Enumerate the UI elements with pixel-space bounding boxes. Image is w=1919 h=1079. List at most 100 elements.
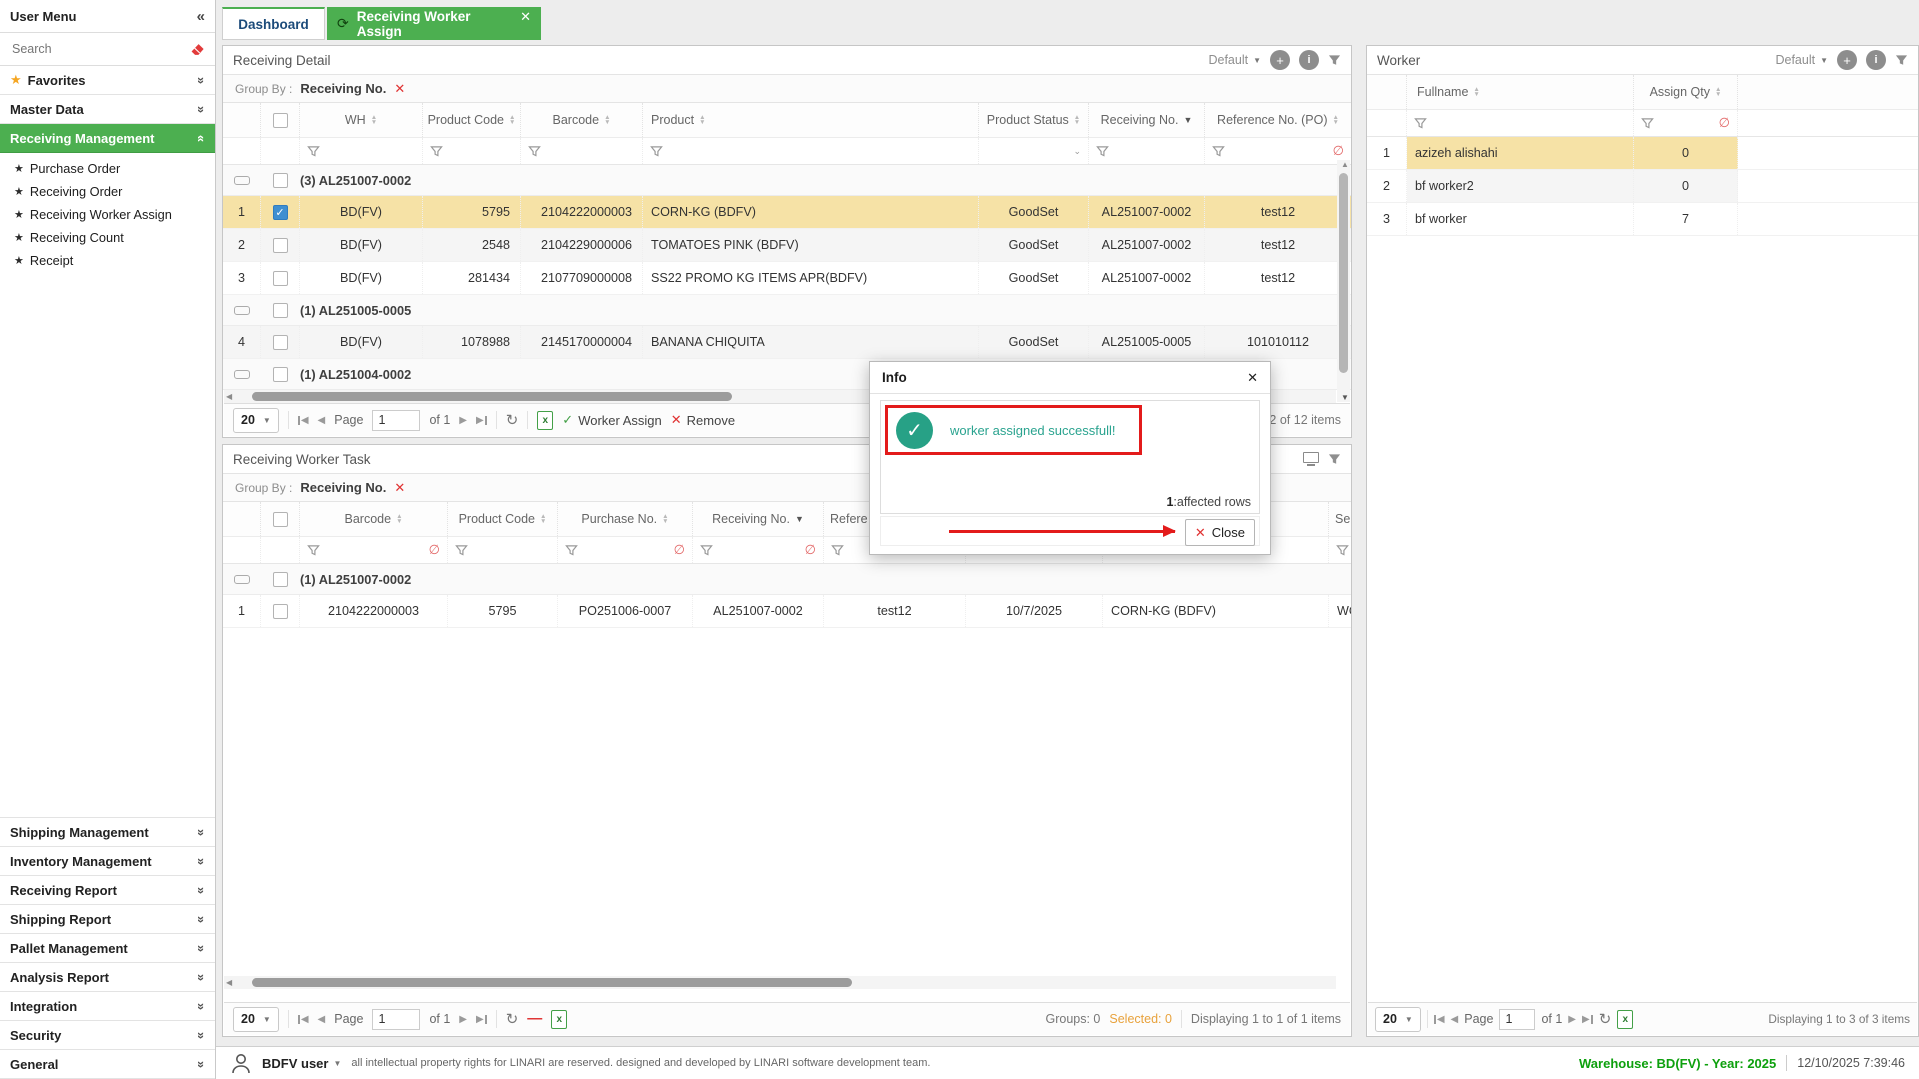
- footer-user-menu[interactable]: BDFV user ▼: [262, 1056, 341, 1071]
- funnel-icon[interactable]: [565, 544, 578, 557]
- sidebar-item-receiving-count[interactable]: ★Receiving Count: [0, 226, 215, 249]
- filter-reference-no[interactable]: ∅: [1205, 138, 1351, 164]
- monitor-icon[interactable]: [1303, 452, 1319, 466]
- filter-barcode[interactable]: ∅: [300, 537, 448, 563]
- refresh-icon[interactable]: ↻: [1599, 1010, 1612, 1028]
- clear-filter-icon[interactable]: ∅: [1719, 115, 1730, 131]
- funnel-icon[interactable]: [1641, 117, 1654, 130]
- col-header-product-code[interactable]: Product Code▲▼: [423, 103, 521, 137]
- close-button[interactable]: ✕ Close: [1185, 519, 1255, 546]
- sidebar-item-receiving-worker-assign[interactable]: ★Receiving Worker Assign: [0, 203, 215, 226]
- table-row[interactable]: 2 BD(FV) 2548 2104229000006 TOMATOES PIN…: [223, 229, 1351, 262]
- collapse-sidebar-icon[interactable]: «: [197, 8, 205, 25]
- sidebar-item-security[interactable]: Security»: [0, 1021, 215, 1050]
- filter-product-code[interactable]: [423, 138, 521, 164]
- col-header-product-code[interactable]: Product Code▲▼: [448, 502, 558, 536]
- row-checkbox[interactable]: [261, 595, 300, 627]
- add-view-button[interactable]: +: [1837, 50, 1857, 70]
- clear-search-icon[interactable]: [190, 43, 205, 56]
- select-all-checkbox[interactable]: [261, 502, 300, 536]
- export-excel-icon[interactable]: x: [537, 411, 553, 430]
- tab-dashboard[interactable]: Dashboard: [222, 7, 325, 40]
- filter-purchase-no[interactable]: ∅: [558, 537, 693, 563]
- clear-filter-icon[interactable]: ∅: [674, 542, 685, 558]
- table-row[interactable]: 2 bf worker2 0: [1367, 170, 1918, 203]
- filter-receiving-no[interactable]: [1089, 138, 1205, 164]
- group-row[interactable]: (1) AL251005-0005: [223, 295, 1351, 326]
- collapse-group-icon[interactable]: [223, 295, 261, 325]
- group-checkbox[interactable]: [261, 564, 300, 594]
- table-row[interactable]: 4 BD(FV) 1078988 2145170000004 BANANA CH…: [223, 326, 1351, 359]
- next-page-button[interactable]: ▶: [459, 1014, 467, 1025]
- funnel-icon[interactable]: [831, 544, 844, 557]
- sidebar-item-pallet-management[interactable]: Pallet Management»: [0, 934, 215, 963]
- sidebar-item-receipt[interactable]: ★Receipt: [0, 249, 215, 272]
- filter-product-status[interactable]: ⌄: [979, 138, 1089, 164]
- page-input[interactable]: [372, 1009, 420, 1030]
- checkbox[interactable]: [273, 572, 288, 587]
- sidebar-item-receiving-management[interactable]: Receiving Management «: [0, 124, 215, 153]
- view-selector[interactable]: Default▼: [1775, 53, 1828, 67]
- sidebar-item-analysis-report[interactable]: Analysis Report»: [0, 963, 215, 992]
- last-page-button[interactable]: ▶: [476, 1014, 487, 1025]
- filter-icon[interactable]: [1895, 54, 1908, 67]
- table-row[interactable]: 3 bf worker 7: [1367, 203, 1918, 236]
- table-row[interactable]: 3 BD(FV) 281434 2107709000008 SS22 PROMO…: [223, 262, 1351, 295]
- first-page-button[interactable]: ◀: [298, 415, 309, 426]
- col-header-barcode[interactable]: Barcode▲▼: [521, 103, 643, 137]
- funnel-icon[interactable]: [307, 544, 320, 557]
- sidebar-item-receiving-order[interactable]: ★Receiving Order: [0, 180, 215, 203]
- sidebar-item-shipping-report[interactable]: Shipping Report»: [0, 905, 215, 934]
- prev-page-button[interactable]: ◀: [318, 415, 326, 426]
- funnel-icon[interactable]: [1212, 145, 1225, 158]
- funnel-icon[interactable]: [528, 145, 541, 158]
- scroll-up-icon[interactable]: ▲: [1339, 160, 1351, 169]
- clear-filter-icon[interactable]: ∅: [805, 542, 816, 558]
- page-input[interactable]: [1499, 1009, 1535, 1030]
- filter-icon[interactable]: [1328, 453, 1341, 466]
- view-selector[interactable]: Default▼: [1208, 53, 1261, 67]
- funnel-icon[interactable]: [1336, 544, 1349, 557]
- export-excel-icon[interactable]: x: [1617, 1010, 1633, 1029]
- table-row[interactable]: 1 azizeh alishahi 0: [1367, 137, 1918, 170]
- sidebar-item-master-data[interactable]: Master Data »: [0, 95, 215, 124]
- select-all-checkbox[interactable]: [261, 103, 300, 137]
- prev-page-button[interactable]: ◀: [318, 1014, 326, 1025]
- checkbox[interactable]: [273, 113, 288, 128]
- next-page-button[interactable]: ▶: [459, 415, 467, 426]
- close-tab-icon[interactable]: ✕: [520, 9, 531, 25]
- filter-product-code[interactable]: [448, 537, 558, 563]
- first-page-button[interactable]: ◀: [298, 1014, 309, 1025]
- sidebar-item-general[interactable]: General»: [0, 1050, 215, 1079]
- col-header-wh[interactable]: WH▲▼: [300, 103, 423, 137]
- row-checkbox[interactable]: ✓: [261, 196, 300, 228]
- search-input[interactable]: [10, 41, 184, 57]
- col-header-assign-qty[interactable]: Assign Qty▲▼: [1634, 75, 1738, 109]
- collapse-group-icon[interactable]: [223, 359, 261, 389]
- col-header-receiving-no[interactable]: Receiving No.▼: [693, 502, 824, 536]
- horizontal-scrollbar[interactable]: ◀: [224, 976, 1336, 989]
- row-checkbox[interactable]: [261, 262, 300, 294]
- funnel-icon[interactable]: [650, 145, 663, 158]
- col-header-product-status[interactable]: Product Status▲▼: [979, 103, 1089, 137]
- funnel-icon[interactable]: [455, 544, 468, 557]
- info-button[interactable]: i: [1299, 50, 1319, 70]
- collapse-group-icon[interactable]: [223, 165, 261, 195]
- checkbox[interactable]: [273, 238, 288, 253]
- filter-receiving-no[interactable]: ∅: [693, 537, 824, 563]
- minus-icon[interactable]: —: [527, 1014, 542, 1024]
- last-page-button[interactable]: ▶: [1582, 1014, 1593, 1025]
- scrollbar-thumb[interactable]: [252, 978, 852, 987]
- scroll-down-icon[interactable]: ▼: [1339, 393, 1351, 402]
- vertical-scrollbar[interactable]: ▲ ▼: [1337, 160, 1350, 402]
- scrollbar-thumb[interactable]: [1339, 173, 1348, 373]
- row-checkbox[interactable]: [261, 229, 300, 261]
- first-page-button[interactable]: ◀: [1434, 1014, 1445, 1025]
- collapse-group-icon[interactable]: [223, 564, 261, 594]
- checkbox-checked[interactable]: ✓: [273, 205, 288, 220]
- export-excel-icon[interactable]: x: [551, 1010, 567, 1029]
- funnel-icon[interactable]: [1414, 117, 1427, 130]
- col-header-se[interactable]: Se: [1329, 502, 1351, 536]
- page-input[interactable]: [372, 410, 420, 431]
- refresh-icon[interactable]: ↻: [506, 1010, 519, 1028]
